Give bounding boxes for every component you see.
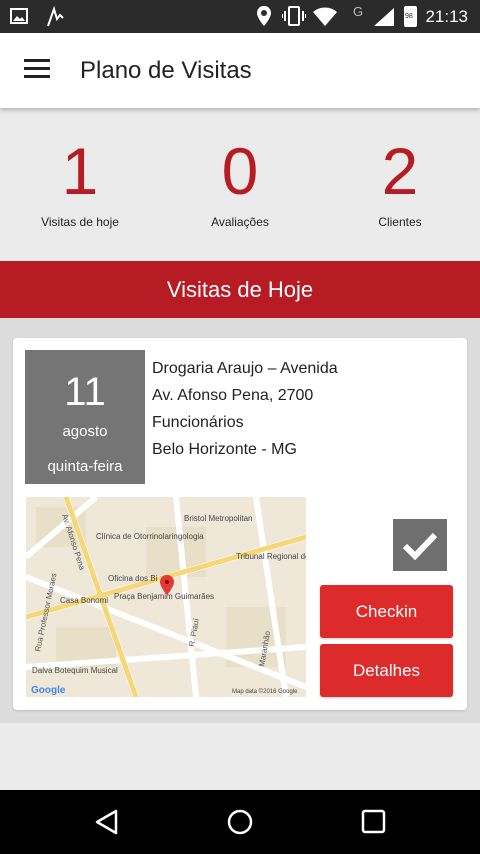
map-label: Casa Bonomi	[60, 596, 108, 605]
section-header: Visitas de Hoje	[0, 261, 480, 318]
stats-panel: 1 Visitas de hoje 0 Avaliações 2 Cliente…	[0, 108, 480, 261]
stat-label: Avaliações	[211, 215, 269, 229]
empty-area	[0, 723, 480, 790]
recents-square-icon[interactable]	[361, 809, 387, 835]
stat-label: Visitas de hoje	[41, 215, 119, 229]
map-label: Praça Benjamim Guimarães	[114, 592, 214, 601]
back-triangle-icon[interactable]	[94, 808, 120, 836]
checkin-button[interactable]: Checkin	[320, 585, 453, 638]
map-label: Dalva Botequim Musical	[32, 666, 118, 675]
stat-label: Clientes	[378, 215, 422, 229]
map-label: Clínica de Otorrinolaringologia	[96, 532, 204, 541]
checkmark-icon[interactable]	[393, 519, 447, 571]
visit-card[interactable]: 11 agosto quinta-feira Drogaria Araujo –…	[13, 338, 467, 710]
hamburger-menu-icon[interactable]	[24, 59, 50, 81]
status-time: 21:13	[425, 7, 468, 26]
map-label: Oficina dos Bi	[108, 574, 158, 583]
location-icon	[257, 6, 271, 26]
status-bar: G 98 21:13	[0, 0, 480, 33]
activity-icon	[47, 6, 64, 27]
map-label: Google	[31, 685, 66, 696]
visit-date-box: 11 agosto quinta-feira	[25, 350, 145, 484]
visit-list: 11 agosto quinta-feira Drogaria Araujo –…	[0, 318, 480, 723]
visit-month: agosto	[62, 423, 108, 440]
address-line-city: Belo Horizonte - MG	[152, 441, 297, 458]
stat-visits-today[interactable]: 1 Visitas de hoje	[0, 133, 160, 229]
network-type: G	[353, 4, 364, 19]
map-canvas: Bristol Metropolitan Clínica de Otorrino…	[26, 497, 306, 697]
stat-evaluations[interactable]: 0 Avaliações	[160, 133, 320, 229]
stat-clients[interactable]: 2 Clientes	[320, 133, 480, 229]
details-button[interactable]: Detalhes	[320, 644, 453, 697]
signal-icon	[374, 8, 394, 26]
visit-address: Drogaria Araujo – Avenida Av. Afonso Pen…	[152, 355, 452, 463]
location-map[interactable]: Bristol Metropolitan Clínica de Otorrino…	[26, 497, 306, 697]
navigation-bar	[0, 790, 480, 854]
stat-value: 1	[61, 134, 99, 208]
address-line-name: Drogaria Araujo – Avenida	[152, 360, 338, 377]
page-title: Plano de Visitas	[80, 57, 252, 84]
stat-value: 2	[381, 134, 419, 208]
map-label: Tribunal Regional do Trabalho	[236, 552, 306, 561]
vibrate-icon	[282, 6, 306, 26]
stat-value: 0	[221, 134, 259, 208]
app-bar: Plano de Visitas	[0, 33, 480, 108]
home-circle-icon[interactable]	[226, 808, 254, 836]
visit-day: 11	[64, 370, 106, 414]
address-line-street: Av. Afonso Pena, 2700	[152, 387, 314, 404]
map-label: Bristol Metropolitan	[184, 514, 252, 523]
battery-icon: 98	[404, 6, 417, 27]
address-line-district: Funcionários	[152, 414, 244, 431]
image-icon	[10, 8, 28, 24]
battery-level: 98	[405, 13, 413, 20]
map-label: Map data ©2016 Google	[232, 688, 298, 695]
visit-weekday: quinta-feira	[47, 458, 123, 475]
wifi-icon	[313, 7, 337, 26]
